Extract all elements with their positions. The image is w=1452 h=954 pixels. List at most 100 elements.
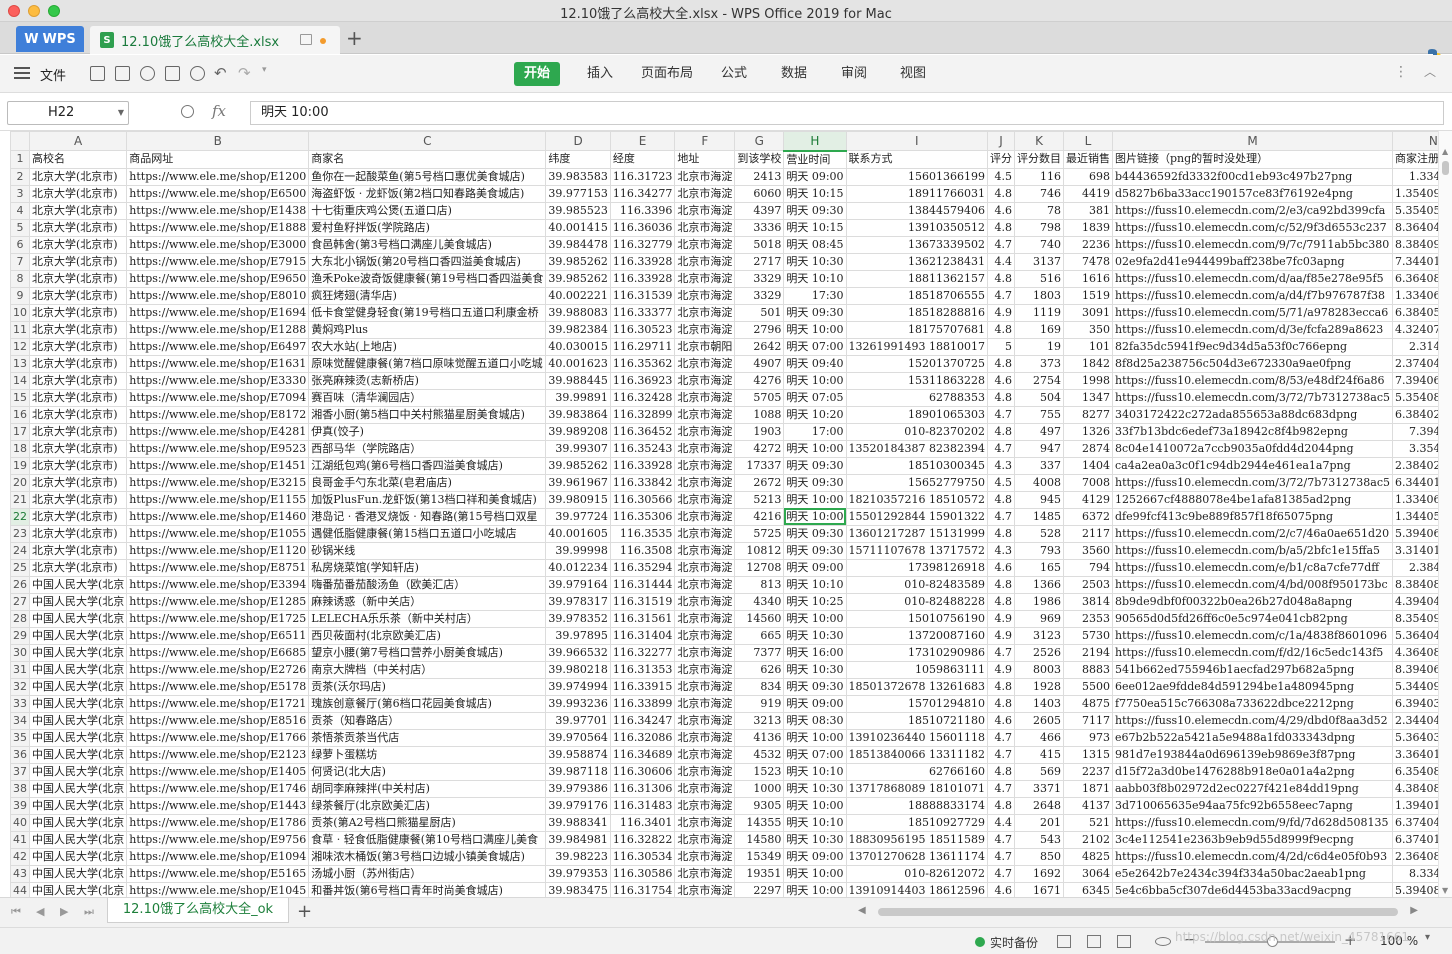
cell[interactable]: 中国人民大学(北京 [28,660,128,679]
cell[interactable]: 794 [1063,558,1113,577]
column-header[interactable]: E [609,131,676,151]
cell[interactable]: 18510721180 [845,711,989,730]
cell[interactable]: 明天 08:30 [783,711,847,730]
vertical-scrollbar[interactable]: ▲ ▼ [1438,131,1452,897]
eye-protection-icon[interactable] [1155,937,1171,946]
cell[interactable]: 北京市海淀 [674,490,736,509]
row-header[interactable]: 10 [10,303,30,322]
cell[interactable]: 6345 [1063,881,1113,897]
row-header[interactable]: 41 [10,830,30,849]
cell[interactable]: 010-82483589 [845,575,989,594]
cell[interactable]: 明天 09:30 [783,456,847,475]
cell[interactable]: 北京市海淀 [674,371,736,390]
cell[interactable]: 15311863228 [845,371,989,390]
scroll-left-icon[interactable]: ◀ [858,905,866,916]
cell[interactable]: https://www.ele.me/shop/E1438 [126,201,310,220]
zoom-search-icon[interactable] [181,105,194,118]
cell[interactable]: 明天 09:30 [783,473,847,492]
cell[interactable]: 北京大学(北京市) [28,320,128,339]
cell[interactable]: 2194 [1063,643,1113,662]
cell[interactable]: 北京市海淀 [674,269,736,288]
cell[interactable]: 1903 [734,422,785,441]
cell[interactable]: https://fuss10.elemecdn.com/4/2d/c6d4e05… [1111,847,1394,866]
cell[interactable]: 4.7 [987,439,1015,458]
cell[interactable]: 39.979386 [545,779,611,798]
cell[interactable]: 2102 [1063,830,1113,849]
cell[interactable]: 明天 09:30 [783,303,847,322]
cell[interactable]: 北京大学(北京市) [28,541,128,560]
cell[interactable]: 明天 10:15 [783,218,847,237]
cell[interactable]: 4.7 [987,830,1015,849]
cell[interactable]: 北京大学(北京市) [28,269,128,288]
cell[interactable]: 明天 09:00 [783,847,847,866]
cell[interactable]: 北京市海淀 [674,609,736,628]
cell[interactable]: 17337 [734,456,785,475]
cell[interactable]: 5730 [1063,626,1113,645]
cell[interactable]: https://fuss10.elemecdn.com/3/72/7b73127… [1111,388,1394,407]
cell[interactable]: 北京大学(北京市) [28,456,128,475]
cell[interactable]: 7008 [1063,473,1113,492]
cell[interactable]: 中国人民大学(北京 [28,830,128,849]
cell[interactable]: 2717 [734,252,785,271]
cell[interactable]: https://www.ele.me/shop/E6500 [126,184,310,203]
cell[interactable]: 北京大学(北京市) [28,218,128,237]
cell[interactable]: 528 [1014,524,1064,543]
cell[interactable]: https://www.ele.me/shop/E5165 [126,864,310,883]
row-header[interactable]: 25 [10,558,30,577]
cell[interactable]: 15349 [734,847,785,866]
cell[interactable]: 4532 [734,745,785,764]
cell[interactable]: 明天 09:30 [783,201,847,220]
cell[interactable]: https://fuss10.elemecdn.com/c/1a/4838f86… [1111,626,1394,645]
cell[interactable]: 4.9 [987,660,1015,679]
cell[interactable]: https://www.ele.me/shop/E1405 [126,762,310,781]
cell[interactable]: 瑰族创意餐厅(第6档口花园美食城店) [308,694,547,713]
cell[interactable]: 14355 [734,813,785,832]
cell[interactable]: LELECHA乐乐茶（新中关村店） [308,609,547,628]
cell[interactable]: 4340 [734,592,785,611]
cell[interactable]: 贡茶(第A2号档口熊猫星厨店) [308,813,547,832]
cell[interactable]: 116.34689 [609,745,676,764]
cell[interactable]: 116.30606 [609,762,676,781]
cell[interactable]: 981d7e193844a0d696139eb9869e3f87png [1111,745,1394,764]
cell[interactable]: https://www.ele.me/shop/E3394 [126,575,310,594]
cell[interactable]: 明天 10:30 [783,830,847,849]
column-header[interactable]: M [1111,131,1394,151]
cell[interactable]: 3560 [1063,541,1113,560]
cell[interactable]: 116.31539 [609,286,676,305]
wps-home-tab[interactable]: W WPS [16,26,84,52]
cell[interactable]: d5827b6ba33acc190157ce83f76192e4png [1111,184,1394,203]
cell[interactable]: 39.99307 [545,439,611,458]
cell[interactable]: 4.8 [987,592,1015,611]
cell[interactable]: 6372 [1063,507,1113,526]
cell[interactable]: 969 [1014,609,1064,628]
new-tab-button[interactable]: + [346,26,363,50]
cell[interactable]: 2526 [1014,643,1064,662]
cell[interactable]: https://www.ele.me/shop/E6511 [126,626,310,645]
cell[interactable]: 4825 [1063,847,1113,866]
cell[interactable]: 大东北小锅饭(第20号档口香四溢美食城店) [308,252,547,271]
next-sheet-icon[interactable]: ▶ [60,905,68,918]
cell[interactable]: 明天 10:30 [783,252,847,271]
row-header[interactable]: 30 [10,643,30,662]
cell[interactable]: 海盗虾饭 · 龙虾饭(第2档口知春路美食城店) [308,184,547,203]
cell[interactable]: 北京市海淀 [674,643,736,662]
cell[interactable]: 39.983583 [545,167,611,186]
row-header[interactable]: 31 [10,660,30,679]
cell[interactable]: 北京大学(北京市) [28,286,128,305]
cell[interactable]: 联系方式 [845,150,989,169]
cell[interactable]: 02e9fa2d41e944499baff238be7fc03apng [1111,252,1394,271]
cell[interactable]: 明天 10:00 [783,320,847,339]
cell[interactable]: 501 [734,303,785,322]
cell[interactable]: 北京市海淀 [674,779,736,798]
cell[interactable]: 4.6 [987,881,1015,897]
cell[interactable]: 4.8 [987,269,1015,288]
cell[interactable]: 明天 09:00 [783,558,847,577]
cell[interactable]: 1871 [1063,779,1113,798]
cell[interactable]: 116 [1014,167,1064,186]
cell[interactable]: 4.9 [987,609,1015,628]
redo-icon[interactable]: ↷ [238,64,251,82]
row-header[interactable]: 15 [10,388,30,407]
insert-function-icon[interactable]: fx [212,102,226,120]
cell[interactable]: 18518288816 [845,303,989,322]
cell[interactable]: 图片链接（png的暂时没处理） [1111,150,1394,169]
